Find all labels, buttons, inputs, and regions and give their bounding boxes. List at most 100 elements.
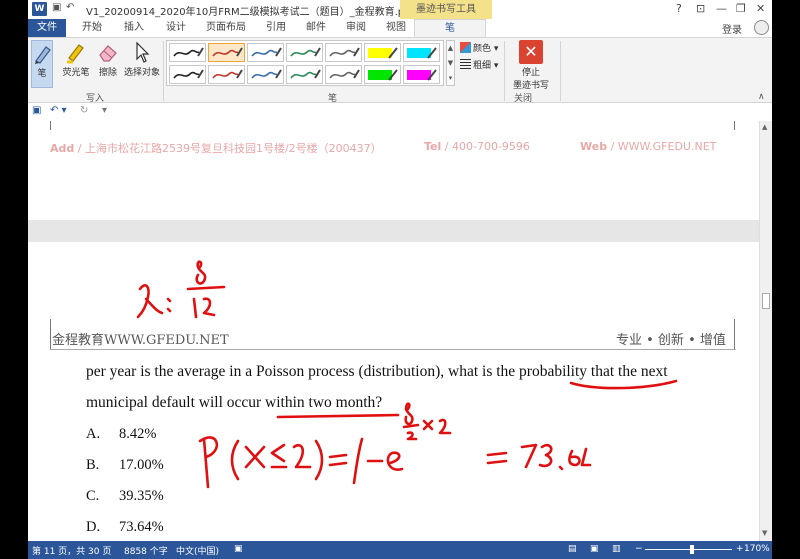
login-link[interactable]: 登录: [722, 21, 742, 36]
macro-record-icon[interactable]: ▣: [234, 544, 243, 554]
zoom-out-button[interactable]: −: [635, 544, 643, 554]
tab-layout[interactable]: 页面布局: [198, 19, 254, 37]
color-palette-icon: [460, 42, 471, 53]
footer-web-text: / WWW.GFEDU.NET: [607, 140, 717, 153]
zoom-in-button[interactable]: +: [736, 544, 744, 554]
tab-references[interactable]: 引用: [256, 19, 296, 37]
option-text: 39.35%: [119, 488, 164, 504]
word-count[interactable]: 8858 个字: [124, 544, 168, 557]
contextual-tab-group: 墨迹书写工具: [400, 0, 492, 19]
tab-mailings[interactable]: 邮件: [296, 19, 336, 37]
page-indicator[interactable]: 第 11 页，共 30 页: [32, 544, 111, 557]
pen-stroke-icon: [173, 47, 204, 57]
save-icon[interactable]: ▣: [52, 2, 61, 13]
page-header-slogan: 专业 • 创新 • 增值: [616, 333, 726, 348]
zoom-slider[interactable]: [645, 549, 732, 550]
option-text: 17.00%: [119, 457, 164, 473]
avatar[interactable]: [754, 20, 769, 35]
crop-mark: [50, 121, 51, 130]
language-indicator[interactable]: 中文(中国): [176, 544, 219, 557]
pen-swatch[interactable]: [247, 43, 284, 62]
help-button[interactable]: ?: [676, 2, 682, 15]
document-title: V1_20200914_2020年10月FRM二级模拟考试二（题目）_金程教育.…: [86, 7, 450, 18]
quick-access-toolbar: ▣ ↶ ▾ ↻ ▾: [28, 103, 772, 121]
pen-color-option[interactable]: 颜色 ▾: [460, 41, 498, 54]
ribbon-options-button[interactable]: ⊡: [696, 2, 705, 15]
eraser-tool-button[interactable]: 擦除: [94, 40, 122, 78]
footer-add-label: Add: [50, 142, 75, 155]
scroll-down-icon[interactable]: ▼: [762, 529, 767, 537]
footer-tel-text: / 400-700-9596: [441, 140, 530, 153]
highlighter-tool-label: 荧光笔: [62, 68, 90, 78]
pen-swatch[interactable]: [364, 43, 401, 62]
pen-swatch[interactable]: [325, 65, 362, 84]
footer-web: Web / WWW.GFEDU.NET: [580, 140, 717, 153]
tab-view[interactable]: 视图: [376, 19, 416, 37]
tab-pen[interactable]: 笔: [414, 19, 486, 37]
highlighter-icon: [67, 44, 84, 64]
customize-qat-icon[interactable]: ▾: [102, 105, 107, 116]
tab-home[interactable]: 开始: [72, 19, 112, 37]
stop-x-icon: ✕: [519, 40, 543, 64]
save-icon[interactable]: ▣: [32, 105, 41, 116]
tab-review[interactable]: 审阅: [336, 19, 376, 37]
pen-swatch[interactable]: [364, 65, 401, 84]
question-line-2: municipal default will occur within two …: [86, 394, 383, 411]
stop-inking-button[interactable]: ✕ 停止 墨迹书写: [506, 40, 556, 91]
pen-stroke-icon: [251, 69, 282, 79]
option-letter: C.: [86, 488, 100, 504]
question-line-1: per year is the average in a Poisson pro…: [86, 363, 668, 380]
pen-swatch[interactable]: [247, 65, 284, 84]
option-text: 8.42%: [119, 426, 157, 442]
option-text: 73.64%: [119, 519, 164, 535]
pen-swatch[interactable]: [208, 65, 245, 84]
group-divider: [560, 41, 561, 101]
footer-tel: Tel / 400-700-9596: [424, 140, 530, 153]
pen-gallery[interactable]: [166, 40, 444, 86]
highlighter-tool-button[interactable]: 荧光笔: [59, 40, 93, 78]
print-layout-icon[interactable]: ▣: [590, 544, 599, 554]
read-mode-icon[interactable]: ▤: [568, 544, 577, 554]
pen-thickness-option[interactable]: 粗细 ▾: [460, 58, 498, 71]
collapse-ribbon-icon[interactable]: ∧: [758, 92, 765, 102]
scroll-up-icon[interactable]: ▲: [762, 123, 767, 131]
pen-gallery-scroll[interactable]: ▲ ▼ ▾: [446, 40, 455, 86]
pen-swatch[interactable]: [286, 43, 323, 62]
redo-icon[interactable]: ↻: [80, 105, 88, 116]
close-button[interactable]: ✕: [756, 2, 765, 15]
pen-swatch[interactable]: [286, 65, 323, 84]
pen-swatch[interactable]: [169, 65, 206, 84]
ribbon: 笔 荧光笔 擦除 选择对象 写入 ▲ ▼ ▾ 颜色 ▾ 粗细 ▾ 笔 ✕ 停止 …: [28, 37, 772, 104]
pen-swatch[interactable]: [403, 43, 440, 62]
crop-mark: [50, 319, 51, 350]
select-objects-button[interactable]: 选择对象: [122, 40, 162, 78]
undo-icon[interactable]: ↶: [66, 2, 74, 13]
zoom-slider-knob[interactable]: [690, 545, 694, 554]
web-layout-icon[interactable]: ▥: [612, 544, 621, 554]
pen-swatch[interactable]: [208, 43, 245, 62]
restore-button[interactable]: ❐: [736, 2, 746, 15]
pen-tool-button[interactable]: 笔: [31, 40, 53, 88]
minimize-button[interactable]: —: [716, 2, 727, 15]
answer-option: D. 73.64%: [86, 519, 164, 536]
pen-stroke-icon: [212, 47, 243, 57]
tab-design[interactable]: 设计: [156, 19, 196, 37]
pen-swatch[interactable]: [169, 43, 206, 62]
highlighter-swatch-icon: [368, 69, 398, 81]
pen-swatch[interactable]: [325, 43, 362, 62]
pen-stroke-icon: [173, 69, 204, 79]
zoom-level[interactable]: 170%: [744, 544, 770, 554]
document-area[interactable]: Add / 上海市松花江路2539号复旦科技园1号楼/2号楼（200437） T…: [28, 121, 772, 541]
pen-stroke-icon: [251, 47, 282, 57]
eraser-icon: [99, 45, 117, 62]
tab-file[interactable]: 文件: [28, 19, 66, 37]
scrollbar-thumb[interactable]: [762, 293, 770, 309]
pen-thickness-label: 粗细: [473, 61, 492, 71]
undo-icon[interactable]: ↶ ▾: [50, 105, 67, 116]
footer-tel-label: Tel: [424, 140, 442, 153]
vertical-scrollbar[interactable]: ▲ ▼: [759, 121, 772, 541]
status-bar: 第 11 页，共 30 页 8858 个字 中文(中国) ▣ ▤ ▣ ▥ − +…: [28, 541, 772, 559]
pen-swatch[interactable]: [403, 65, 440, 84]
word-app-icon[interactable]: W: [32, 2, 47, 16]
tab-insert[interactable]: 插入: [114, 19, 154, 37]
